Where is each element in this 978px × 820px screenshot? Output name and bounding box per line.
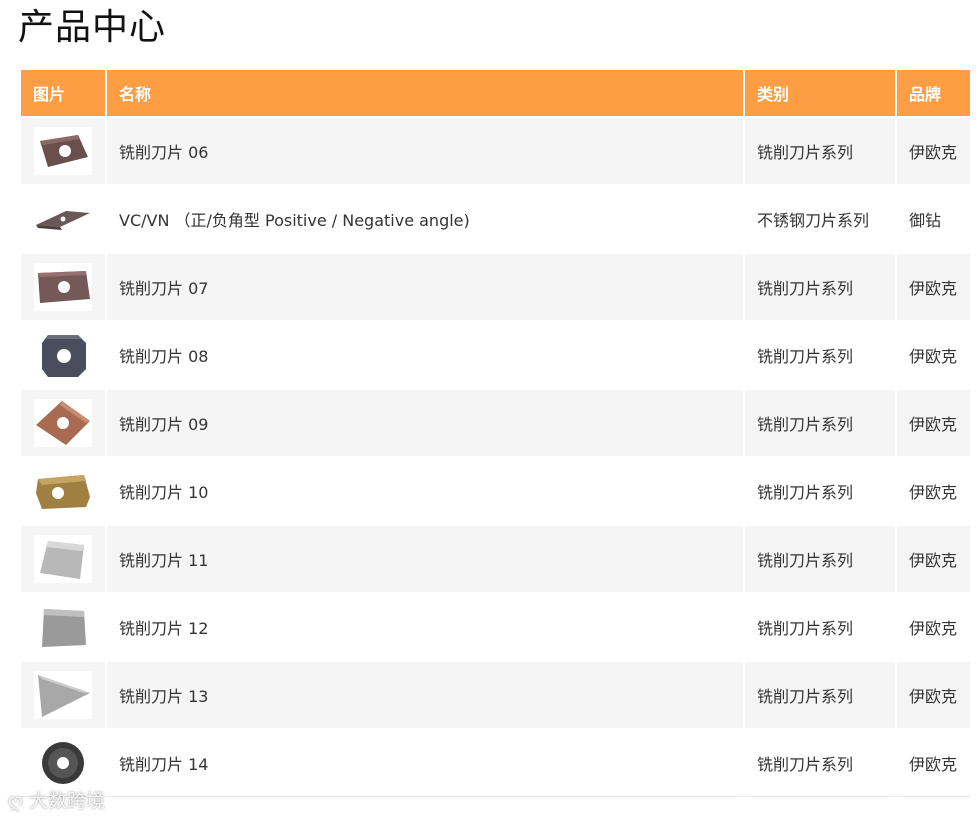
product-brand: 伊欧克 xyxy=(895,524,972,594)
header-name: 名称 xyxy=(105,68,745,118)
diamond-insert-icon[interactable] xyxy=(34,195,92,243)
product-name[interactable]: 铣削刀片 12 xyxy=(105,592,745,662)
copper-square-insert-icon[interactable] xyxy=(34,399,92,447)
product-name[interactable]: 铣削刀片 11 xyxy=(105,524,745,594)
product-name[interactable]: 铣削刀片 08 xyxy=(105,320,745,390)
table-row[interactable]: 铣削刀片 14 铣削刀片系列 伊欧克 xyxy=(19,728,972,797)
product-category: 铣削刀片系列 xyxy=(743,524,897,594)
product-image-cell[interactable] xyxy=(19,592,107,662)
product-category: 铣削刀片系列 xyxy=(743,116,897,186)
product-image-cell[interactable] xyxy=(19,116,107,186)
product-brand: 伊欧克 xyxy=(895,320,972,390)
product-category: 铣削刀片系列 xyxy=(743,456,897,526)
product-image-cell[interactable] xyxy=(19,184,107,254)
product-name[interactable]: 铣削刀片 14 xyxy=(105,728,745,797)
product-brand: 伊欧克 xyxy=(895,456,972,526)
watermark-text: 大数跨境 xyxy=(28,790,105,812)
table-row[interactable]: 铣削刀片 10 铣削刀片系列 伊欧克 xyxy=(19,456,972,526)
product-brand: 伊欧克 xyxy=(895,660,972,730)
product-image-cell[interactable] xyxy=(19,456,107,526)
brown-rectangular-insert-icon[interactable] xyxy=(34,263,92,311)
product-category: 铣削刀片系列 xyxy=(743,320,897,390)
product-category: 铣削刀片系列 xyxy=(743,252,897,322)
brown-rhombic-insert-icon[interactable] xyxy=(34,127,92,175)
product-name[interactable]: 铣削刀片 13 xyxy=(105,660,745,730)
header-image: 图片 xyxy=(19,68,107,118)
table-row[interactable]: 铣削刀片 11 铣削刀片系列 伊欧克 xyxy=(19,524,972,594)
product-brand: 伊欧克 xyxy=(895,728,972,797)
page-title: 产品中心 xyxy=(18,7,167,48)
product-image-cell[interactable] xyxy=(19,388,107,458)
table-row[interactable]: VC/VN （正/负角型 Positive / Negative angle) … xyxy=(19,184,972,254)
table-header-row: 图片 名称 类别 品牌 xyxy=(19,68,972,118)
product-category: 铣削刀片系列 xyxy=(743,388,897,458)
product-category: 铣削刀片系列 xyxy=(743,728,897,797)
product-image-cell[interactable] xyxy=(19,524,107,594)
table-row[interactable]: 铣削刀片 09 铣削刀片系列 伊欧克 xyxy=(19,388,972,458)
product-category: 铣削刀片系列 xyxy=(743,592,897,662)
product-brand: 伊欧克 xyxy=(895,388,972,458)
header-category: 类别 xyxy=(743,68,897,118)
product-name[interactable]: 铣削刀片 07 xyxy=(105,252,745,322)
product-brand: 伊欧克 xyxy=(895,592,972,662)
watermark: ღ 大数跨境 xyxy=(8,786,105,813)
product-category: 不锈钢刀片系列 xyxy=(743,184,897,254)
gray-square-insert-icon[interactable] xyxy=(34,603,92,651)
gold-insert-icon[interactable] xyxy=(34,467,92,515)
product-image-cell[interactable] xyxy=(19,320,107,390)
round-insert-icon[interactable] xyxy=(34,739,92,787)
product-table: 图片 名称 类别 品牌 铣削刀片 06 铣削刀片系列 伊欧克 VC/VN （正/… xyxy=(19,68,972,797)
product-category: 铣削刀片系列 xyxy=(743,660,897,730)
dark-octagonal-insert-icon[interactable] xyxy=(34,331,92,379)
table-row[interactable]: 铣削刀片 06 铣削刀片系列 伊欧克 xyxy=(19,116,972,186)
product-name[interactable]: VC/VN （正/负角型 Positive / Negative angle) xyxy=(105,184,745,254)
watermark-logo-icon: ღ xyxy=(8,790,23,812)
triangular-insert-icon[interactable] xyxy=(34,671,92,719)
product-brand: 伊欧克 xyxy=(895,252,972,322)
table-row[interactable]: 铣削刀片 13 铣削刀片系列 伊欧克 xyxy=(19,660,972,730)
product-name[interactable]: 铣削刀片 09 xyxy=(105,388,745,458)
product-name[interactable]: 铣削刀片 10 xyxy=(105,456,745,526)
table-row[interactable]: 铣削刀片 12 铣削刀片系列 伊欧克 xyxy=(19,592,972,662)
product-brand: 伊欧克 xyxy=(895,116,972,186)
product-brand: 御钻 xyxy=(895,184,972,254)
silver-square-insert-icon[interactable] xyxy=(34,535,92,583)
product-image-cell[interactable] xyxy=(19,660,107,730)
table-row[interactable]: 铣削刀片 07 铣削刀片系列 伊欧克 xyxy=(19,252,972,322)
product-image-cell[interactable] xyxy=(19,252,107,322)
table-row[interactable]: 铣削刀片 08 铣削刀片系列 伊欧克 xyxy=(19,320,972,390)
product-name[interactable]: 铣削刀片 06 xyxy=(105,116,745,186)
header-brand: 品牌 xyxy=(895,68,972,118)
